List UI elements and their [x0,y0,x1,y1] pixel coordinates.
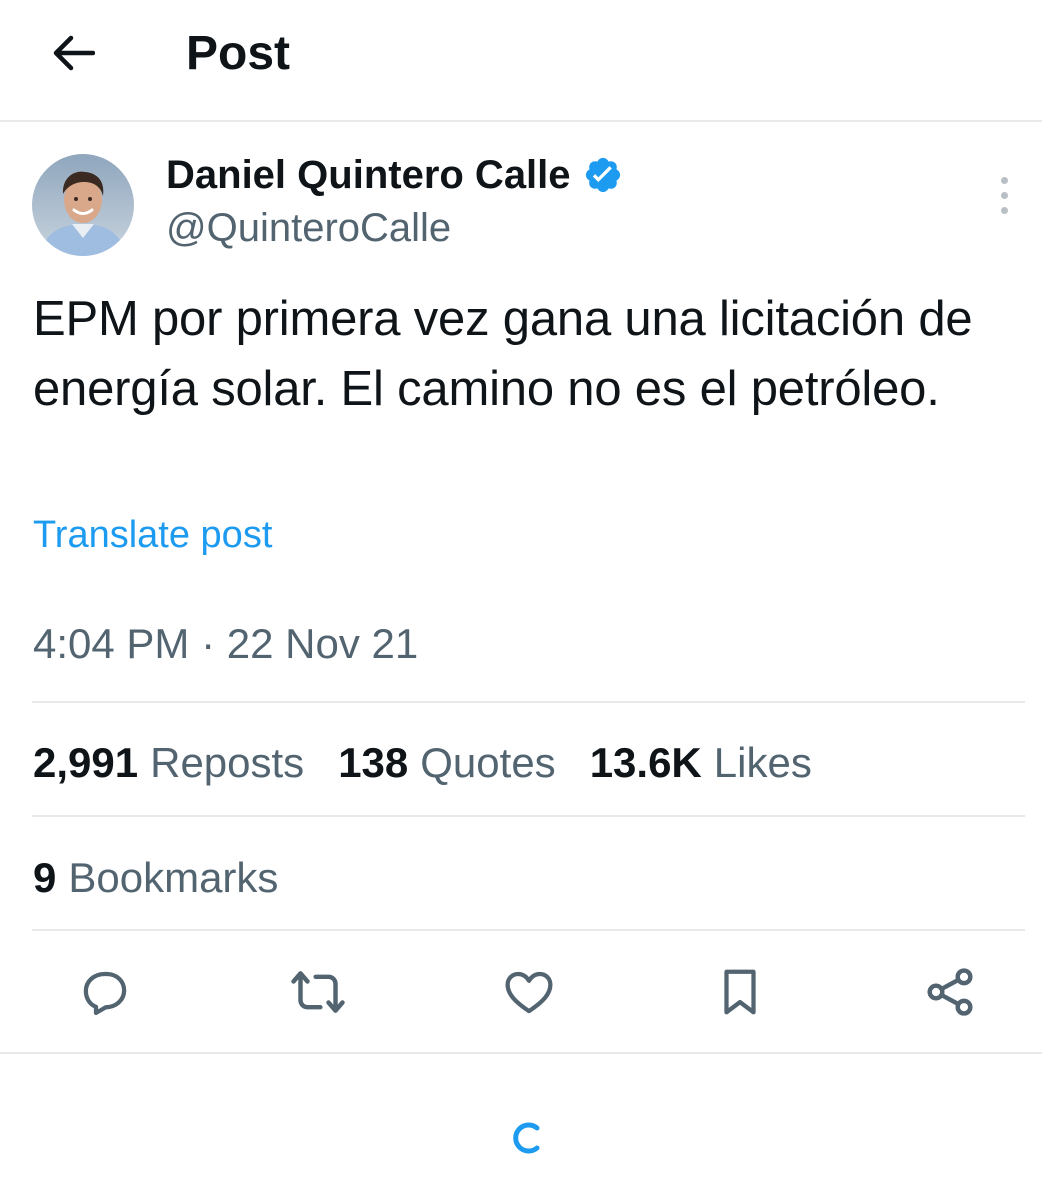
top-bar: Post [0,0,1042,122]
like-button[interactable] [499,962,559,1022]
bookmarks-label: Bookmarks [68,854,279,901]
divider [32,701,1025,703]
likes-count: 13.6K [589,739,702,786]
author-name[interactable]: Daniel Quintero Calle [166,150,623,200]
like-icon [505,971,553,1014]
arrow-left-icon [53,35,95,71]
reposts-label: Reposts [150,739,305,786]
reposts-stat[interactable]: 2,991 Reposts [33,735,304,791]
translate-post-link[interactable]: Translate post [33,510,272,560]
post-timestamp[interactable]: 4:04 PM · 22 Nov 21 [33,616,418,672]
bookmarks-count: 9 [33,854,57,901]
more-options-icon[interactable] [984,170,1024,220]
stats-row: 2,991 Reposts 138 Quotes 13.6K Likes [33,735,846,791]
author-name-text: Daniel Quintero Calle [166,153,571,197]
quotes-stat[interactable]: 138 Quotes [338,735,556,791]
quotes-label: Quotes [420,739,556,786]
bookmark-icon [724,969,756,1015]
back-button[interactable] [42,22,104,84]
reply-icon [83,971,127,1016]
divider [0,1052,1042,1054]
verified-badge-icon [585,157,620,193]
divider [32,929,1025,931]
page-title: Post [186,27,291,80]
loading-spinner-icon [513,1122,540,1154]
divider [32,815,1025,817]
reposts-count: 2,991 [33,739,139,786]
avatar[interactable] [32,154,134,256]
quotes-count: 138 [338,739,409,786]
post-text: EPM por primera vez gana una licitación … [33,292,973,416]
bookmarks-stat[interactable]: 9 Bookmarks [33,850,278,906]
author-handle[interactable]: @QuinteroCalle [166,202,451,254]
share-button[interactable] [920,962,980,1022]
avatar-image [32,154,134,256]
likes-label: Likes [713,739,812,786]
repost-icon [291,971,345,1013]
reply-button[interactable] [75,962,135,1022]
share-icon [927,968,973,1016]
repost-button[interactable] [288,962,348,1022]
bookmark-button[interactable] [710,962,770,1022]
likes-stat[interactable]: 13.6K Likes [590,735,812,791]
